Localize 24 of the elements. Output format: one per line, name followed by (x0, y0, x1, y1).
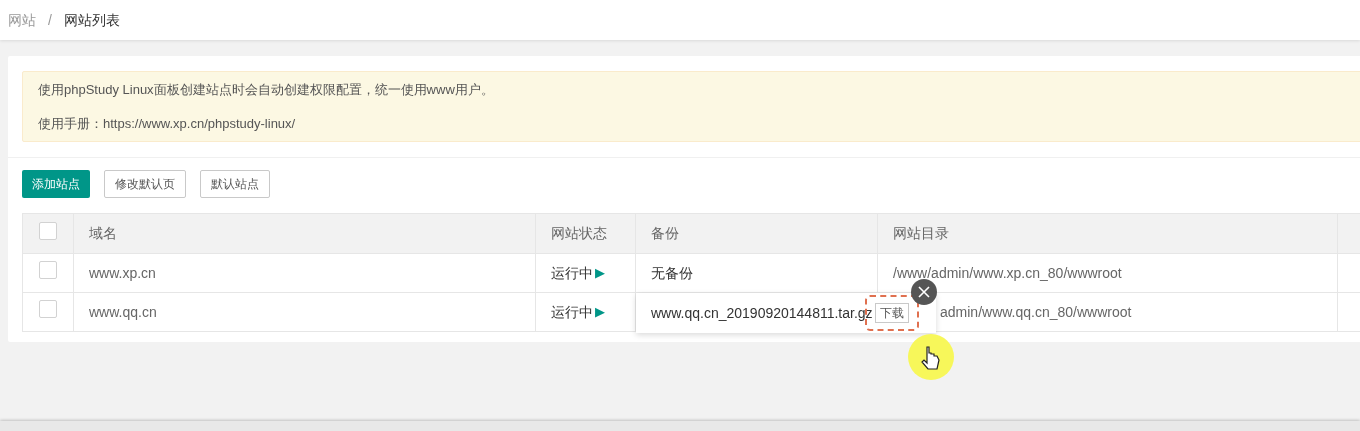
column-header: 网站状态 (535, 213, 636, 254)
breadcrumb-item[interactable]: 网站列表 (63, 9, 120, 31)
status-text: 运行中 (551, 263, 593, 283)
play-icon[interactable]: ▶ (595, 302, 605, 322)
column-header: 网站目录 (877, 213, 1338, 254)
toolbar-button[interactable]: 添加站点 (22, 170, 90, 198)
checkbox[interactable] (39, 261, 57, 279)
column-header: 域名 (73, 213, 536, 254)
domain-cell: www.qq.cn (73, 292, 536, 332)
checkbox[interactable] (39, 300, 57, 318)
download-button[interactable]: 下载 (874, 303, 909, 323)
checkbox[interactable] (39, 221, 57, 240)
breadcrumb-separator: / (48, 10, 52, 30)
column-header: 备份 (635, 213, 878, 254)
play-icon[interactable]: ▶ (595, 263, 605, 283)
close-icon (918, 286, 930, 298)
notice-text: 使用phpStudy Linux面板创建站点时会自动创建权限配置，统一使用www用户。 (38, 81, 495, 99)
backup-file-name: www.qq.cn_20190920144811.tar.gz (651, 303, 873, 323)
notice-text: 使用手册：https://www.xp.cn/phpstudy-linux/ (38, 114, 297, 133)
status-text: 运行中 (551, 302, 593, 322)
toolbar-button[interactable]: 修改默认页 (104, 170, 186, 198)
toolbar-button[interactable]: 默认站点 (200, 170, 270, 198)
backup-text: 无备份 (651, 264, 693, 281)
domain-cell: www.xp.cn (73, 253, 536, 293)
